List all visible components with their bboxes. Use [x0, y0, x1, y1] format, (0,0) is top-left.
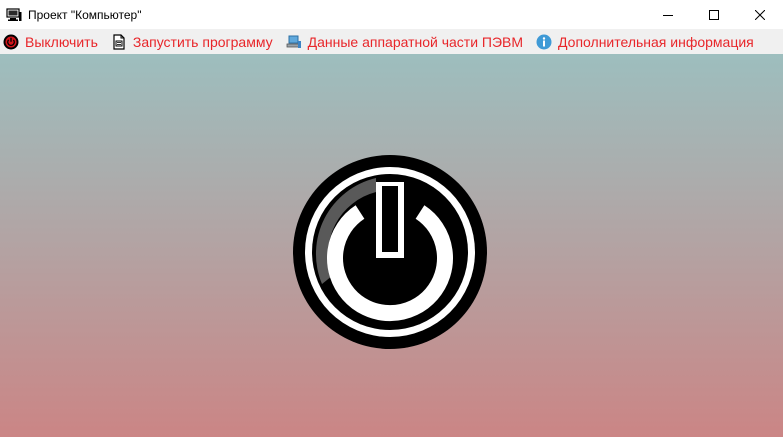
menu-item-shutdown[interactable]: Выключить — [0, 29, 108, 54]
hardware-icon — [286, 34, 302, 50]
menu-item-hardware[interactable]: Данные аппаратной части ПЭВМ — [283, 29, 533, 54]
menu-bar: Выключить Запустить программу Данные апп… — [0, 29, 783, 54]
title-bar[interactable]: Проект "Компьютер" — [0, 0, 783, 29]
power-button[interactable] — [292, 154, 488, 350]
power-button-icon — [293, 155, 487, 349]
minimize-button[interactable] — [645, 0, 691, 29]
computer-icon — [6, 7, 22, 23]
menu-label-run-program: Запустить программу — [132, 33, 273, 50]
menu-item-info[interactable]: Дополнительная информация — [533, 29, 764, 54]
maximize-icon — [709, 9, 719, 20]
run-program-icon — [111, 33, 127, 50]
power-off-icon — [3, 34, 19, 50]
menu-label-hardware: Данные аппаратной части ПЭВМ — [307, 33, 524, 50]
minimize-icon — [663, 14, 673, 16]
caption-buttons — [645, 0, 783, 29]
maximize-button[interactable] — [691, 0, 737, 29]
close-icon — [755, 9, 765, 20]
main-content — [0, 54, 783, 437]
window-title: Проект "Компьютер" — [28, 7, 142, 22]
info-icon — [536, 34, 552, 50]
menu-item-run-program[interactable]: Запустить программу — [108, 29, 283, 54]
close-button[interactable] — [737, 0, 783, 29]
app-window: Проект "Компьютер" Выключить Запустить п… — [0, 0, 783, 437]
menu-label-shutdown: Выключить — [25, 33, 98, 50]
menu-label-info: Дополнительная информация — [558, 33, 754, 50]
